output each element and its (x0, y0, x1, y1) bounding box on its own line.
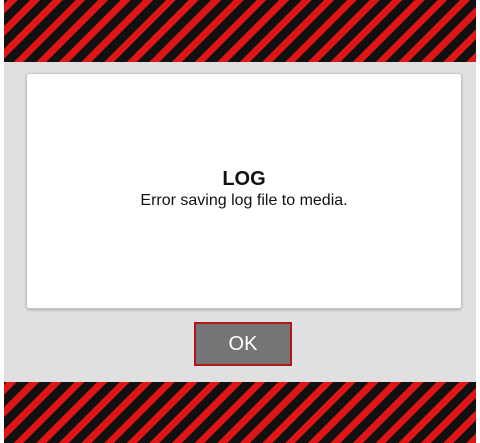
dialog-message: Error saving log file to media. (140, 192, 348, 209)
dialog-title: LOG (222, 168, 266, 190)
screen: LOG Error saving log file to media. OK (0, 0, 480, 443)
bottom-warning-stripe (4, 382, 476, 443)
message-panel: LOG Error saving log file to media. (26, 73, 462, 309)
ok-button[interactable]: OK (194, 322, 292, 366)
top-warning-stripe (4, 0, 476, 62)
dialog-frame: LOG Error saving log file to media. OK (4, 0, 476, 443)
